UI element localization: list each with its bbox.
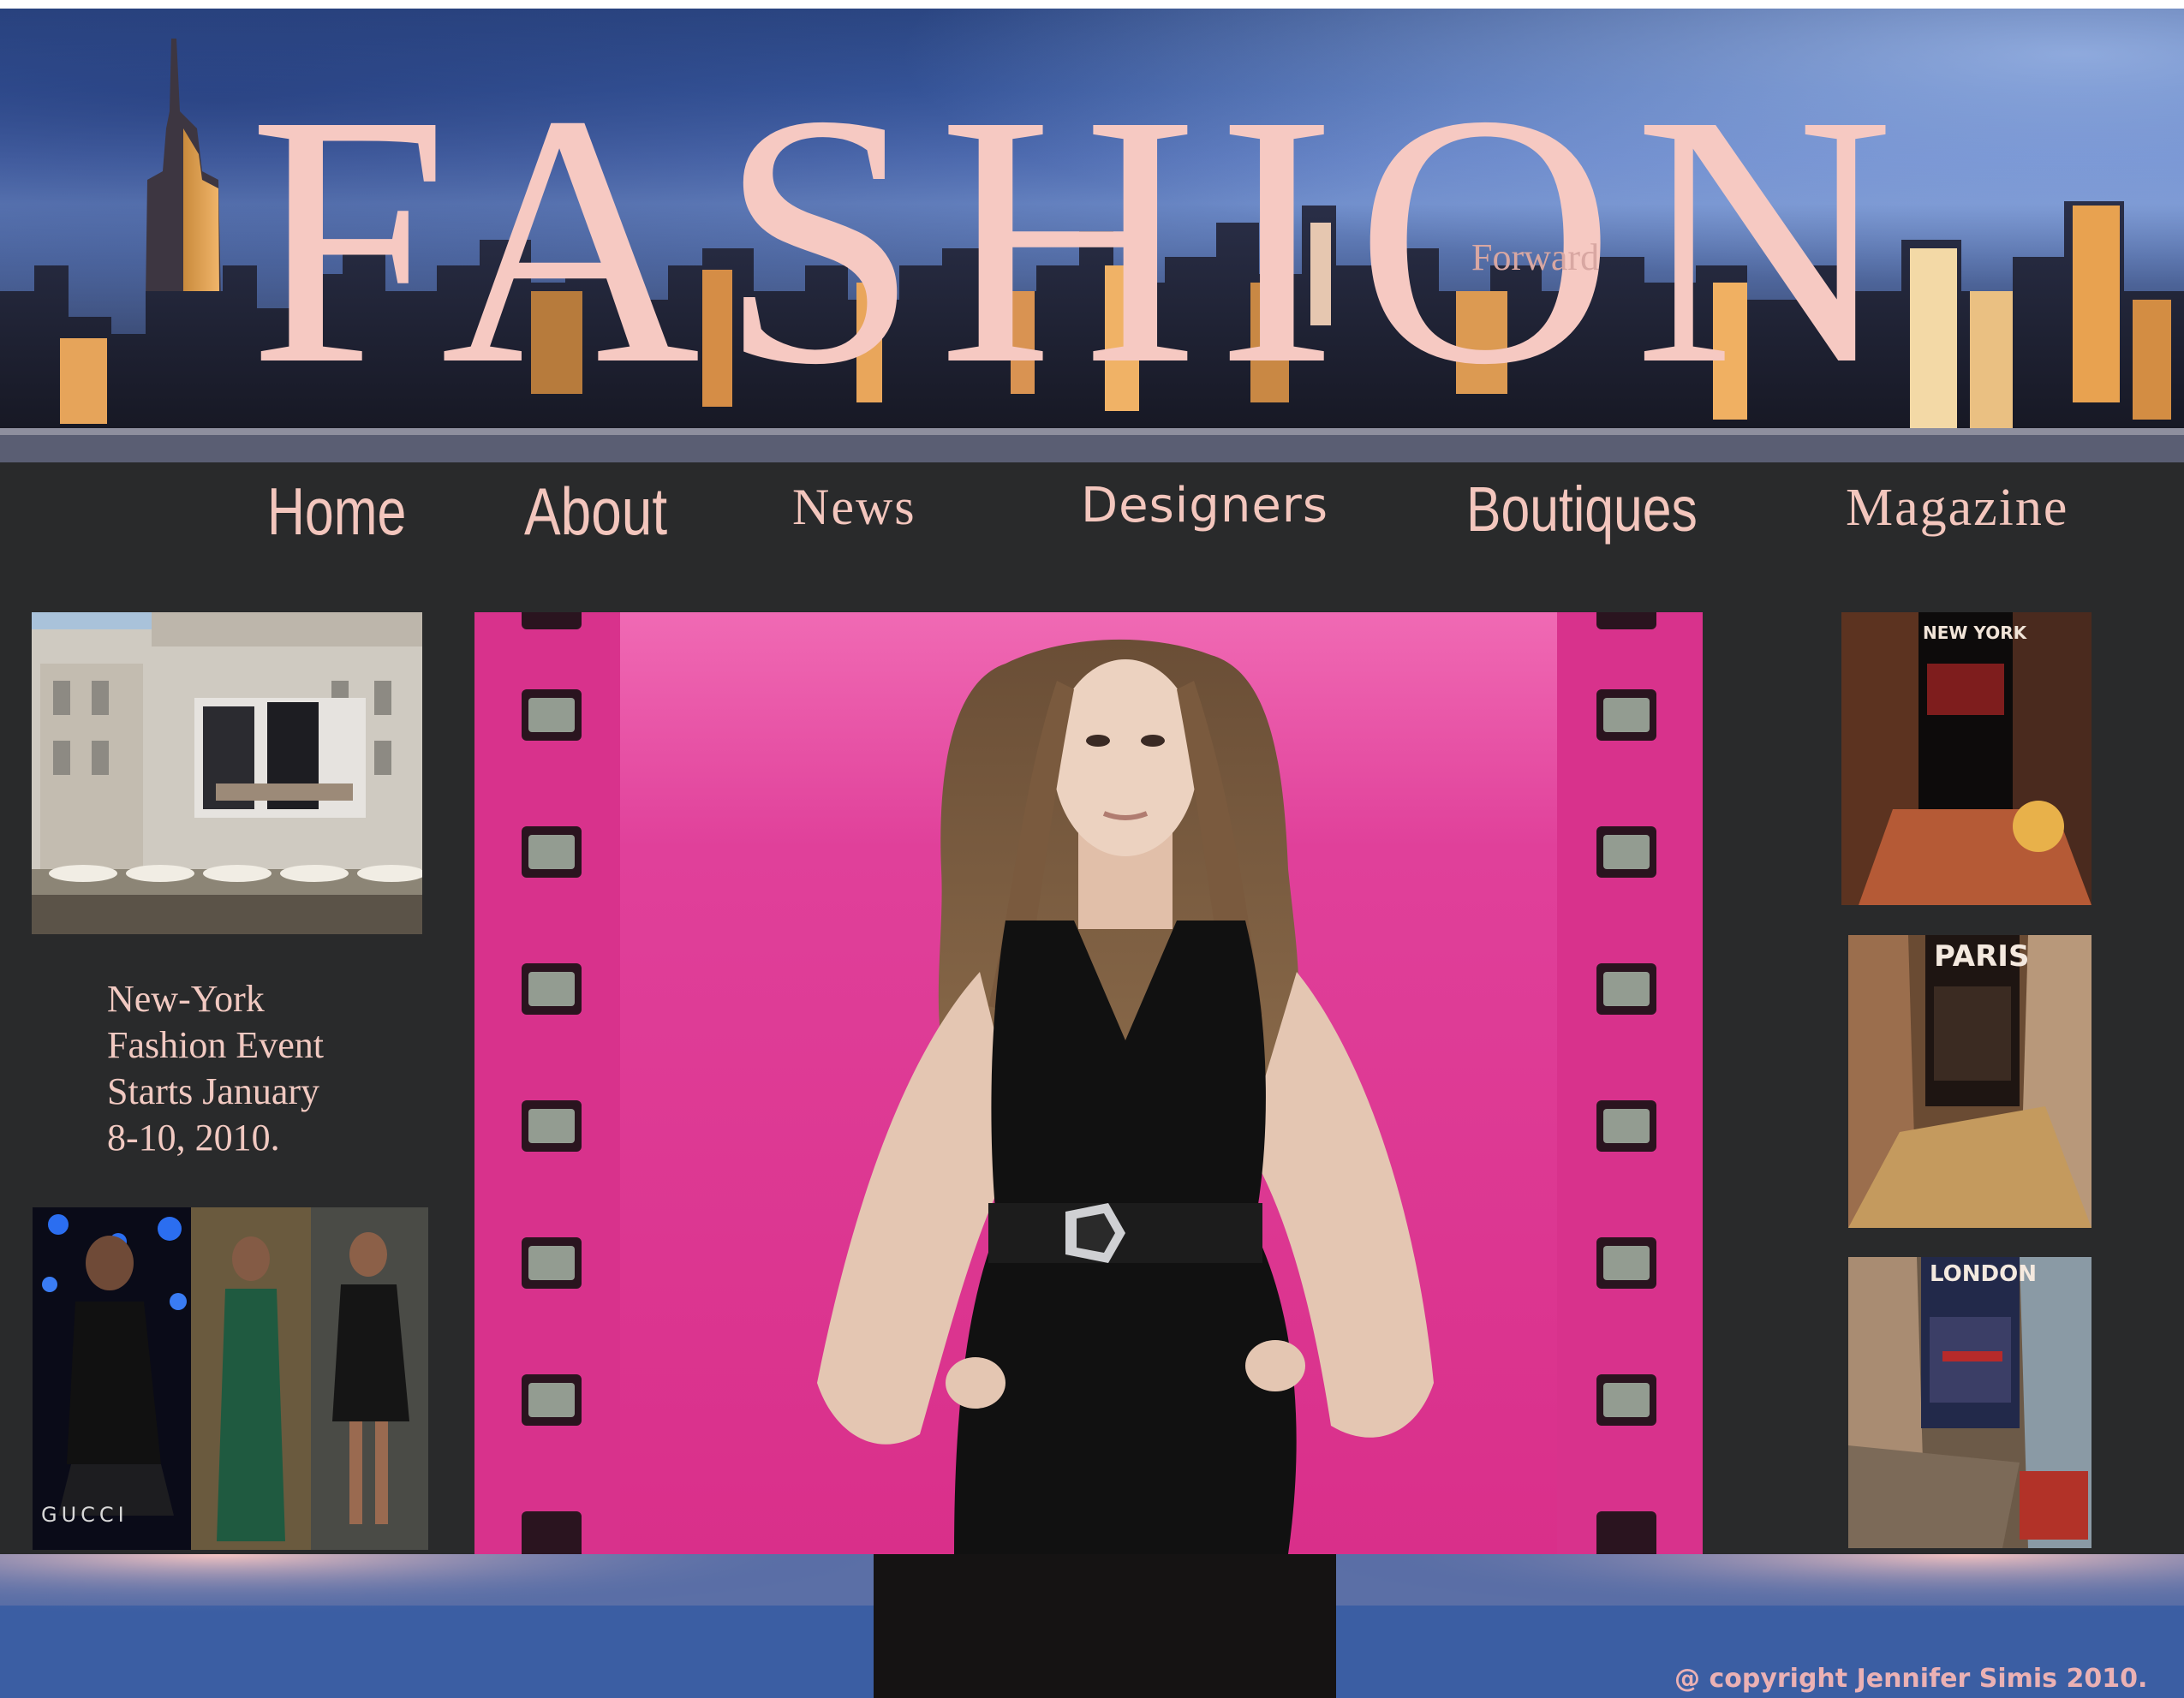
event-line: New-York — [107, 978, 265, 1020]
event-line: Starts January — [107, 1070, 320, 1112]
main-nav: Home About News Designers Boutiques Maga… — [0, 462, 2184, 565]
gucci-collage-image — [33, 1207, 428, 1550]
nav-about-link[interactable]: About — [524, 473, 667, 551]
nav-news-link[interactable]: News — [792, 478, 916, 537]
new-york-poster[interactable]: NEW YORK — [1841, 612, 2092, 905]
poster-city-label: PARIS — [1934, 939, 2030, 974]
gucci-celebrity-photo[interactable]: GUCCI — [33, 1207, 428, 1550]
filmstrip-model-image — [474, 612, 1703, 1554]
nav-magazine-link[interactable]: Magazine — [1846, 478, 2068, 539]
paris-poster[interactable]: PARIS — [1848, 935, 2092, 1228]
nav-home-link[interactable]: Home — [267, 473, 406, 551]
gucci-caption: GUCCI — [41, 1503, 128, 1527]
london-poster[interactable]: LONDON — [1848, 1257, 2092, 1548]
site-subtitle: Forward — [1471, 236, 1600, 278]
new-york-poster-image — [1841, 612, 2092, 905]
nav-designers-link[interactable]: Designers — [1081, 478, 1328, 533]
poster-city-label: NEW YORK — [1923, 623, 2027, 643]
event-announcement: New-York Fashion Event Starts January 8-… — [107, 976, 415, 1161]
header-banner: FASHION Forward — [0, 9, 2184, 462]
nav-boutiques-link[interactable]: Boutiques — [1466, 473, 1698, 545]
copyright-text: @ copyright Jennifer Simis 2010. — [1674, 1664, 2148, 1694]
milan-building-image — [32, 612, 422, 934]
event-line: Fashion Event — [107, 1024, 324, 1066]
london-poster-image — [1848, 1257, 2092, 1548]
poster-city-label: LONDON — [1930, 1261, 2037, 1287]
featured-model-image[interactable] — [474, 612, 1703, 1554]
event-line: 8-10, 2010. — [107, 1117, 280, 1159]
milan-building-photo[interactable] — [32, 612, 422, 934]
paris-poster-image — [1848, 935, 2092, 1228]
site-title-logo: FASHION — [248, 40, 1913, 438]
page: FASHION Forward Home About News Designer… — [0, 0, 2184, 1698]
